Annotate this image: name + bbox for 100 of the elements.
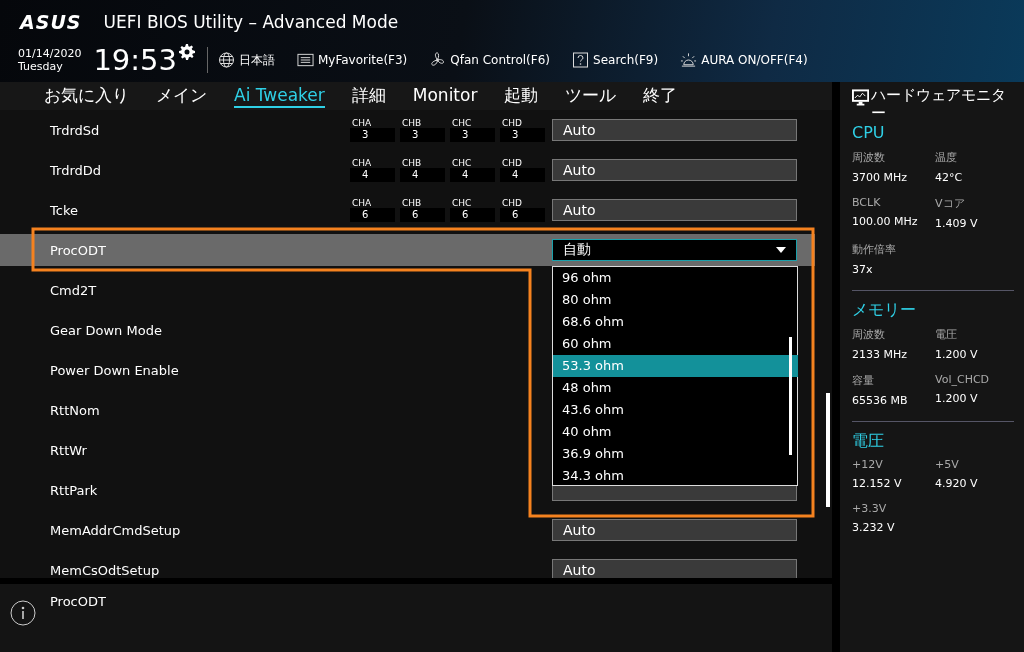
channel-value: 3 [500, 128, 545, 142]
value-dropdown[interactable]: 自動 [552, 239, 797, 261]
dropdown-option[interactable]: 48 ohm [553, 377, 798, 399]
scrollbar-thumb[interactable] [826, 393, 830, 507]
day-text: Tuesday [18, 60, 64, 73]
settings-icon[interactable] [179, 44, 195, 60]
value-dropdown[interactable]: Auto [552, 159, 797, 181]
list-icon [297, 52, 314, 68]
channel-value: 6 [500, 208, 545, 222]
scrollbar-thumb[interactable] [789, 337, 792, 455]
menu-tab[interactable]: お気に入り [44, 84, 129, 108]
light-icon [680, 52, 698, 68]
channel-label: CHC [451, 198, 473, 208]
search-button[interactable]: Search(F9) [572, 52, 659, 68]
sensor-value: 37x [852, 263, 874, 276]
value-dropdown[interactable]: Auto [552, 519, 797, 541]
setting-name[interactable]: RttNom [50, 402, 350, 418]
dropdown-option[interactable]: 60 ohm [553, 333, 798, 355]
dropdown-option[interactable]: 96 ohm [553, 267, 798, 289]
channel-value: 6 [400, 208, 445, 222]
language-button[interactable]: 日本語 [218, 51, 275, 69]
sensor-label: 容量 [852, 373, 875, 388]
date-text: 01/14/2020 [18, 47, 82, 60]
setting-name[interactable]: Tcke [50, 202, 350, 218]
setting-name[interactable]: TrdrdSd [50, 122, 350, 138]
channel-value: 4 [350, 168, 395, 182]
sensor-label: +12V [852, 458, 884, 471]
sensor-label: Vol_CHCD [935, 373, 991, 386]
menu-tab[interactable]: ツール [565, 84, 617, 108]
menu-tab[interactable]: メイン [156, 84, 207, 108]
menu-tab[interactable]: Monitor [412, 84, 478, 108]
fan-icon [429, 52, 447, 68]
setting-name[interactable]: TrdrdDd [50, 162, 350, 178]
dropdown-option[interactable]: 68.6 ohm [553, 311, 798, 333]
favorite-button[interactable]: MyFavorite(F3) [297, 52, 408, 68]
section-title: CPU [852, 122, 886, 144]
menu-tab[interactable]: 起動 [504, 84, 539, 108]
value-dropdown[interactable]: Auto [552, 559, 797, 578]
channel-value: 3 [400, 128, 445, 142]
sensor-value: 4.920 V [935, 477, 979, 490]
channel-label: CHC [451, 118, 473, 128]
section-title: メモリー [852, 299, 917, 321]
info-text: ProcODT [50, 594, 106, 609]
sensor-value: 1.200 V [935, 348, 979, 361]
menu-tab[interactable]: Ai Tweaker [234, 84, 325, 108]
sensor-value: 2133 MHz [852, 348, 909, 361]
sensor-label: +3.3V [852, 502, 888, 515]
sensor-label: BCLK [852, 196, 882, 209]
sensor-label: 周波数 [852, 150, 886, 165]
channel-value: 6 [350, 208, 395, 222]
sensor-value: 3.232 V [852, 521, 896, 534]
setting-name[interactable]: Cmd2T [50, 282, 350, 298]
channel-label: CHB [401, 118, 423, 128]
help-icon [572, 52, 590, 68]
channel-label: CHD [501, 198, 523, 208]
channel-label: CHA [351, 158, 373, 168]
menu-tab[interactable]: 詳細 [351, 84, 386, 108]
menu-tab[interactable]: 終了 [643, 84, 678, 108]
dropdown-option[interactable]: 34.3 ohm [553, 465, 798, 487]
dropdown-option[interactable]: 53.3 ohm [553, 355, 798, 377]
logo: ASUS [20, 11, 82, 33]
info-icon [10, 600, 36, 626]
channel-value: 3 [350, 128, 395, 142]
sensor-value: 3700 MHz [852, 171, 909, 184]
dropdown-option[interactable]: 43.6 ohm [553, 399, 798, 421]
aura-button[interactable]: AURA ON/OFF(F4) [680, 52, 808, 68]
setting-name[interactable]: RttWr [50, 442, 350, 458]
section-title: 電圧 [852, 430, 885, 452]
value-dropdown[interactable]: Auto [552, 199, 797, 221]
dropdown-option[interactable]: 40 ohm [553, 421, 798, 443]
channel-label: CHA [351, 118, 373, 128]
sensor-label: 動作倍率 [852, 242, 897, 257]
dropdown-option[interactable]: 36.9 ohm [553, 443, 798, 465]
monitor-title: ハードウェアモニター [871, 86, 1008, 122]
channel-value: 4 [450, 168, 495, 182]
caret-icon [776, 247, 786, 253]
window-title: UEFI BIOS Utility – Advanced Mode [103, 12, 399, 32]
channel-value: 4 [400, 168, 445, 182]
channel-value: 3 [450, 128, 495, 142]
monitor-icon [852, 89, 870, 107]
sensor-value: 100.00 MHz [852, 215, 919, 228]
channel-label: CHB [401, 198, 423, 208]
clock-time: 19:53 [93, 43, 177, 77]
sensor-value: 1.409 V [935, 217, 979, 230]
setting-name[interactable]: ProcODT [50, 242, 350, 258]
channel-label: CHC [451, 158, 473, 168]
sensor-value: 65536 MB [852, 394, 909, 407]
setting-name[interactable]: Power Down Enable [50, 362, 350, 378]
setting-name[interactable]: MemCsOdtSetup [50, 562, 350, 578]
setting-name[interactable]: MemAddrCmdSetup [50, 522, 350, 538]
setting-name[interactable]: Gear Down Mode [50, 322, 350, 338]
globe-icon [218, 52, 235, 68]
sensor-label: 電圧 [935, 327, 958, 342]
channel-label: CHB [401, 158, 423, 168]
value-dropdown[interactable]: Auto [552, 119, 797, 141]
channel-label: CHA [351, 198, 373, 208]
channel-value: 6 [450, 208, 495, 222]
dropdown-option[interactable]: 80 ohm [553, 289, 798, 311]
fan-button[interactable]: Qfan Control(F6) [429, 52, 551, 68]
channel-label: CHD [501, 158, 523, 168]
